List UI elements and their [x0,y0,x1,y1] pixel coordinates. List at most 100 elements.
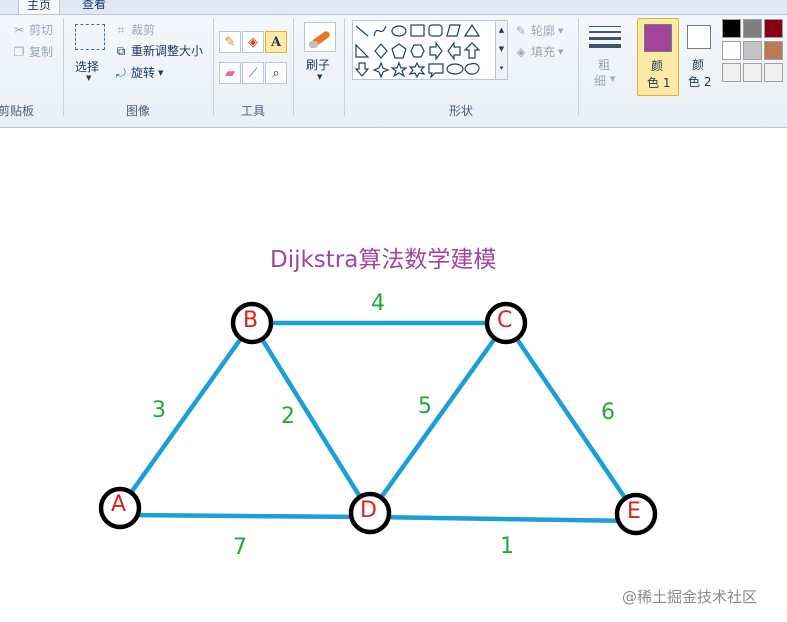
magnifier-tool[interactable]: ⌕ [265,62,287,84]
weight-b-c: 4 [371,291,385,316]
edge-c-e [503,320,639,517]
ribbon-tabbar: 主页 查看 [0,0,787,15]
chevron-down-icon: ▼ [317,73,323,81]
size-label-bottom: 细 [594,74,607,88]
tab-view[interactable]: 查看 [74,0,114,13]
color-picker-tool[interactable]: ⟋ [242,62,264,84]
copy-icon: ❐ [13,44,25,59]
weight-c-e: 6 [601,400,615,425]
weight-d-c: 5 [418,394,432,419]
ribbon: 主页 查看 ✂ 剪切 ❐ 复制 剪贴板 选择 ▼ ⌗ 裁剪 ⧉ 重新调整大小 ⤾… [0,0,787,128]
select-label: 选择 [75,60,100,74]
node-label-c: C [497,308,513,333]
line-width-icon [589,26,621,48]
weight-a-b: 3 [152,398,166,423]
palette-swatch[interactable] [722,19,741,38]
palette-swatch[interactable] [722,41,741,60]
group-separator [578,18,579,116]
color1-button[interactable]: 颜 色 1 [637,18,679,96]
node-label-a: A [111,492,127,517]
select-button[interactable]: 选择 ▼ [72,22,106,84]
resize-icon: ⧉ [116,43,126,58]
edge-d-c [367,320,509,516]
chevron-down-icon: ▼ [558,26,564,35]
drawing-canvas[interactable]: Dijkstra算法数学建模 A B C D E 3 2 4 5 6 7 1 @… [0,128,787,622]
color2-button[interactable]: 颜 色 2 [683,18,717,96]
eraser-icon: ▰ [225,65,235,81]
select-rect-icon [75,24,105,50]
fill-icon: ◈ [516,44,526,59]
brush-button[interactable]: 刷子 ▼ [302,20,338,86]
palette-swatch[interactable] [743,41,762,60]
outline-label: 轮廓 [531,24,556,38]
group-separator [293,18,294,116]
node-label-b: B [243,308,259,333]
chevron-down-icon: ▼ [610,75,616,83]
fill-tool[interactable]: ◈ [242,31,264,53]
weight-a-d: 7 [233,535,247,560]
resize-label: 重新调整大小 [131,44,204,58]
brush-icon [304,22,336,52]
size-label-top: 粗 [598,58,611,72]
chevron-down-icon: ▼ [558,47,564,56]
paint-bucket-icon: ◈ [248,34,258,50]
image-group-label: 图像 [125,104,150,118]
color1-swatch [644,24,672,52]
tab-home[interactable]: 主页 [18,0,61,14]
palette-swatch[interactable] [764,19,783,38]
fill-button[interactable]: ◈ 填充 ▼ [514,43,563,60]
pencil-tool[interactable]: ✎ [219,31,241,53]
brush-label: 刷子 [306,58,331,72]
color2-label-top: 颜 [692,58,705,72]
color2-label-bottom: 色 2 [688,75,712,89]
text-a-icon: A [270,34,282,50]
color2-swatch [687,25,711,49]
color-palette [722,19,787,85]
palette-swatch[interactable] [764,63,783,82]
clipboard-group-label: 剪贴板 [0,104,34,118]
copy-label: 复制 [29,45,54,59]
shapes-gallery[interactable]: ▲ ▼ ▾ [352,20,508,80]
graph-drawing [98,301,658,536]
crop-button[interactable]: ⌗ 裁剪 [114,21,155,38]
edge-d-e [367,514,639,524]
color1-label-bottom: 色 1 [647,76,671,90]
size-button[interactable]: 粗 细 ▼ [586,20,626,92]
color1-label-top: 颜 [651,59,664,73]
node-label-e: E [627,499,641,524]
cut-label: 剪切 [29,23,54,37]
edge-b-d [249,320,373,516]
palette-swatch[interactable] [743,19,762,38]
magnifier-icon: ⌕ [272,65,280,81]
scissors-icon: ✂ [13,22,25,37]
eyedropper-icon: ⟋ [248,65,258,81]
tools-group-label: 工具 [240,104,265,118]
text-tool[interactable]: A [265,31,287,53]
fill-label: 填充 [531,45,556,59]
outline-button[interactable]: ✎ 轮廓 ▼ [514,22,563,39]
rotate-button[interactable]: ⤾ 旋转 ▼ [114,64,163,81]
chevron-down-icon: ▼ [158,68,164,77]
cut-button[interactable]: ✂ 剪切 [12,21,53,38]
outline-icon: ✎ [515,23,527,38]
shapes-group-label: 形状 [448,104,473,118]
rotate-icon: ⤾ [116,65,126,80]
palette-swatch[interactable] [743,63,762,82]
resize-button[interactable]: ⧉ 重新调整大小 [114,42,203,59]
eraser-tool[interactable]: ▰ [219,62,241,84]
pencil-icon: ✎ [224,34,236,50]
weight-d-e: 1 [500,534,514,559]
crop-label: 裁剪 [131,23,156,37]
palette-swatch[interactable] [722,63,741,82]
copy-button[interactable]: ❐ 复制 [12,43,53,60]
shapes-icons [354,23,481,79]
edge-a-d [117,512,373,520]
chevron-down-icon: ▼ [86,74,92,82]
shapes-scrollbar[interactable]: ▲ ▼ ▾ [495,21,507,79]
rotate-label: 旋转 [131,66,156,80]
palette-swatch[interactable] [764,41,783,60]
watermark: @稀土掘金技术社区 [622,588,758,606]
edge-a-b [117,320,255,511]
crop-icon: ⌗ [117,22,125,37]
weight-b-d: 2 [281,404,295,429]
